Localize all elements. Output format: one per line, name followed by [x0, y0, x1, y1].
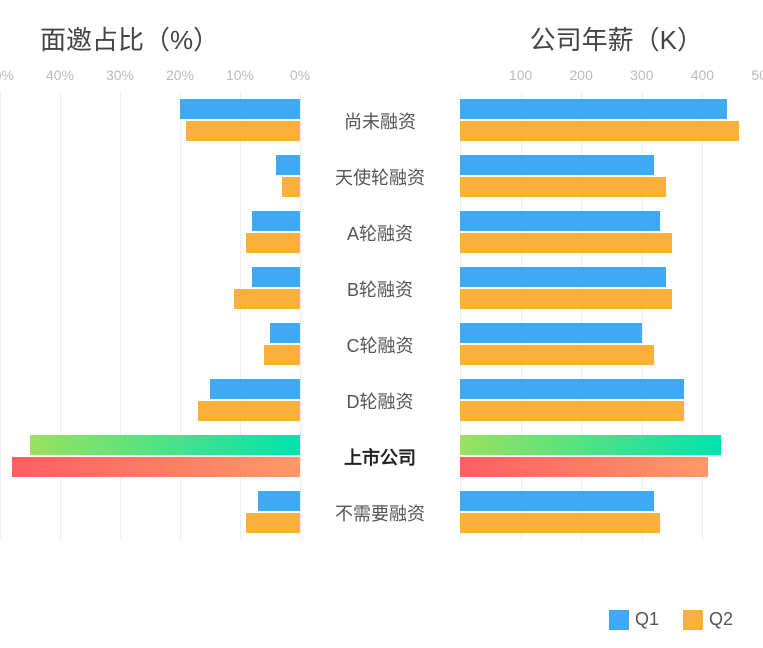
category-label: C轮融资 — [300, 317, 460, 373]
swatch-q1 — [609, 610, 629, 630]
chart-row: A轮融资 — [0, 205, 763, 261]
category-label: 不需要融资 — [300, 485, 460, 541]
right-tick: 200 — [570, 67, 593, 83]
right-bar-q2 — [460, 457, 708, 477]
right-bar-q2 — [460, 513, 660, 533]
right-bar-q2 — [460, 345, 654, 365]
left-bar-q2 — [246, 233, 300, 253]
left-chart-title: 面邀占比（%） — [40, 20, 219, 57]
plot-area: 尚未融资天使轮融资A轮融资B轮融资C轮融资D轮融资上市公司不需要融资 — [0, 93, 763, 541]
left-bar-q2 — [264, 345, 300, 365]
right-bar-q1 — [460, 267, 666, 287]
chart-row: 尚未融资 — [0, 93, 763, 149]
chart-row: 上市公司 — [0, 429, 763, 485]
right-bar-q2 — [460, 401, 684, 421]
left-bar-q2 — [186, 121, 300, 141]
right-tick: 100 — [509, 67, 532, 83]
legend-item-q1: Q1 — [609, 609, 659, 630]
left-tick: 0% — [290, 67, 310, 83]
left-bar-q2 — [282, 177, 300, 197]
chart-row: D轮融资 — [0, 373, 763, 429]
right-bar-q2 — [460, 121, 739, 141]
chart-row: 天使轮融资 — [0, 149, 763, 205]
right-bar-q2 — [460, 289, 672, 309]
left-tick: 50% — [0, 67, 14, 83]
right-bar-q1 — [460, 379, 684, 399]
left-bar-q2 — [246, 513, 300, 533]
left-bar-q1 — [258, 491, 300, 511]
left-tick: 40% — [46, 67, 74, 83]
left-tick: 30% — [106, 67, 134, 83]
category-label: D轮融资 — [300, 373, 460, 429]
category-label: 尚未融资 — [300, 93, 460, 149]
left-bar-q1 — [210, 379, 300, 399]
right-bar-q2 — [460, 233, 672, 253]
right-chart-title: 公司年薪（K） — [530, 20, 703, 57]
left-bar-q1 — [30, 435, 300, 455]
right-tick: 400 — [691, 67, 714, 83]
left-bar-q2 — [12, 457, 300, 477]
left-tick: 20% — [166, 67, 194, 83]
right-bar-q1 — [460, 323, 642, 343]
right-bar-q2 — [460, 177, 666, 197]
left-bar-q2 — [234, 289, 300, 309]
right-bar-q1 — [460, 155, 654, 175]
right-bar-q1 — [460, 491, 654, 511]
legend-item-q2: Q2 — [683, 609, 733, 630]
right-bar-q1 — [460, 211, 660, 231]
left-tick: 10% — [226, 67, 254, 83]
left-bar-q1 — [276, 155, 300, 175]
right-tick: 300 — [630, 67, 653, 83]
category-label: A轮融资 — [300, 205, 460, 261]
left-bar-q1 — [252, 211, 300, 231]
left-bar-q1 — [252, 267, 300, 287]
legend-label-q2: Q2 — [709, 609, 733, 630]
category-label: 天使轮融资 — [300, 149, 460, 205]
right-tick: 500 — [751, 67, 763, 83]
left-bar-q1 — [270, 323, 300, 343]
right-bar-q1 — [460, 99, 727, 119]
left-bar-q2 — [198, 401, 300, 421]
legend-label-q1: Q1 — [635, 609, 659, 630]
category-label: 上市公司 — [300, 429, 460, 485]
chart-row: B轮融资 — [0, 261, 763, 317]
swatch-q2 — [683, 610, 703, 630]
right-bar-q1 — [460, 435, 721, 455]
chart-row: 不需要融资 — [0, 485, 763, 541]
left-bar-q1 — [180, 99, 300, 119]
category-label: B轮融资 — [300, 261, 460, 317]
chart-row: C轮融资 — [0, 317, 763, 373]
x-axis-row: 50% 40% 30% 20% 10% 0% 100 200 300 400 500 — [0, 67, 763, 93]
legend: Q1 Q2 — [609, 609, 733, 630]
